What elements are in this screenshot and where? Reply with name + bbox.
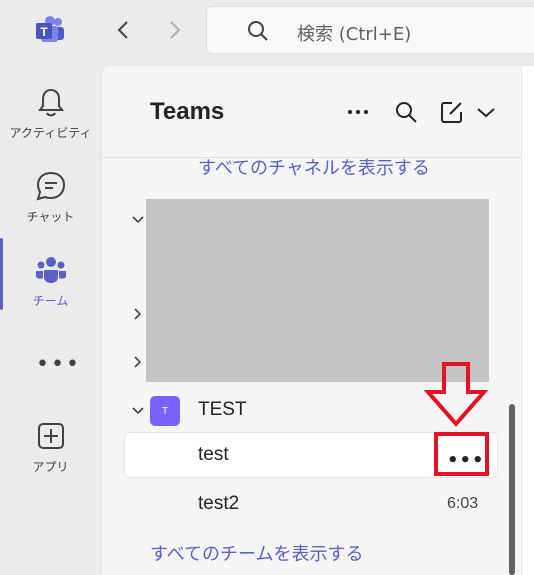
page-title: Teams [150, 98, 225, 125]
chevron-left-icon [117, 21, 128, 39]
show-all-channels-link[interactable]: すべてのチャネルを表示する [198, 154, 430, 180]
more-options-icon[interactable] [344, 98, 372, 126]
rail-item-apps[interactable]: アプリ [0, 410, 101, 480]
rail-item-label: チーム [32, 294, 69, 308]
title-bar: T 検索 (Ctrl+E) [0, 0, 534, 66]
apps-icon [37, 423, 64, 449]
chevron-right-icon[interactable] [130, 354, 146, 370]
teams-icon [35, 257, 66, 283]
channel-name[interactable]: test2 [198, 493, 239, 515]
channel-name[interactable]: test [198, 444, 229, 466]
search-icon[interactable] [392, 98, 420, 126]
team-name[interactable]: TEST [198, 399, 247, 421]
rail-item-label: アプリ [32, 460, 69, 474]
search-input[interactable]: 検索 (Ctrl+E) [206, 6, 534, 54]
channel-timestamp: 6:03 [447, 495, 479, 512]
chevron-down-icon[interactable] [472, 98, 500, 126]
compose-icon[interactable] [438, 98, 466, 126]
team-avatar: T [150, 396, 180, 426]
scrollbar[interactable] [509, 404, 515, 575]
redacted-area [146, 199, 489, 382]
rail-item-teams[interactable]: チーム [0, 244, 101, 314]
annotation-highlight-box [434, 432, 489, 476]
teams-logo-icon: T [36, 16, 64, 42]
forward-button[interactable] [160, 16, 188, 44]
chevron-right-icon [170, 21, 181, 39]
chevron-right-icon[interactable] [130, 306, 146, 322]
chevron-down-icon[interactable] [130, 212, 146, 228]
content-edge [521, 66, 534, 575]
teams-panel: Teams すべてのチャネルを表示する T TEST test ••• test… [101, 66, 522, 575]
back-button[interactable] [110, 16, 138, 44]
rail-item-label: アクティビティ [9, 126, 92, 140]
app-rail: アクティビティ チャット チーム ••• アプリ [0, 66, 101, 575]
search-placeholder: 検索 (Ctrl+E) [297, 24, 412, 45]
search-icon [248, 21, 268, 41]
panel-header: Teams [102, 66, 522, 158]
active-indicator [0, 238, 3, 310]
bell-icon [37, 88, 64, 117]
show-all-teams-link[interactable]: すべてのチームを表示する [150, 540, 363, 566]
rail-item-label: チャット [26, 210, 75, 224]
annotation-arrow-icon [424, 362, 488, 428]
more-apps-button[interactable]: ••• [36, 352, 81, 377]
rail-item-chat[interactable]: チャット [0, 160, 101, 230]
chevron-down-icon[interactable] [130, 403, 146, 419]
svg-text:T: T [40, 25, 48, 39]
chat-icon [36, 171, 65, 201]
rail-item-activity[interactable]: アクティビティ [0, 76, 101, 146]
